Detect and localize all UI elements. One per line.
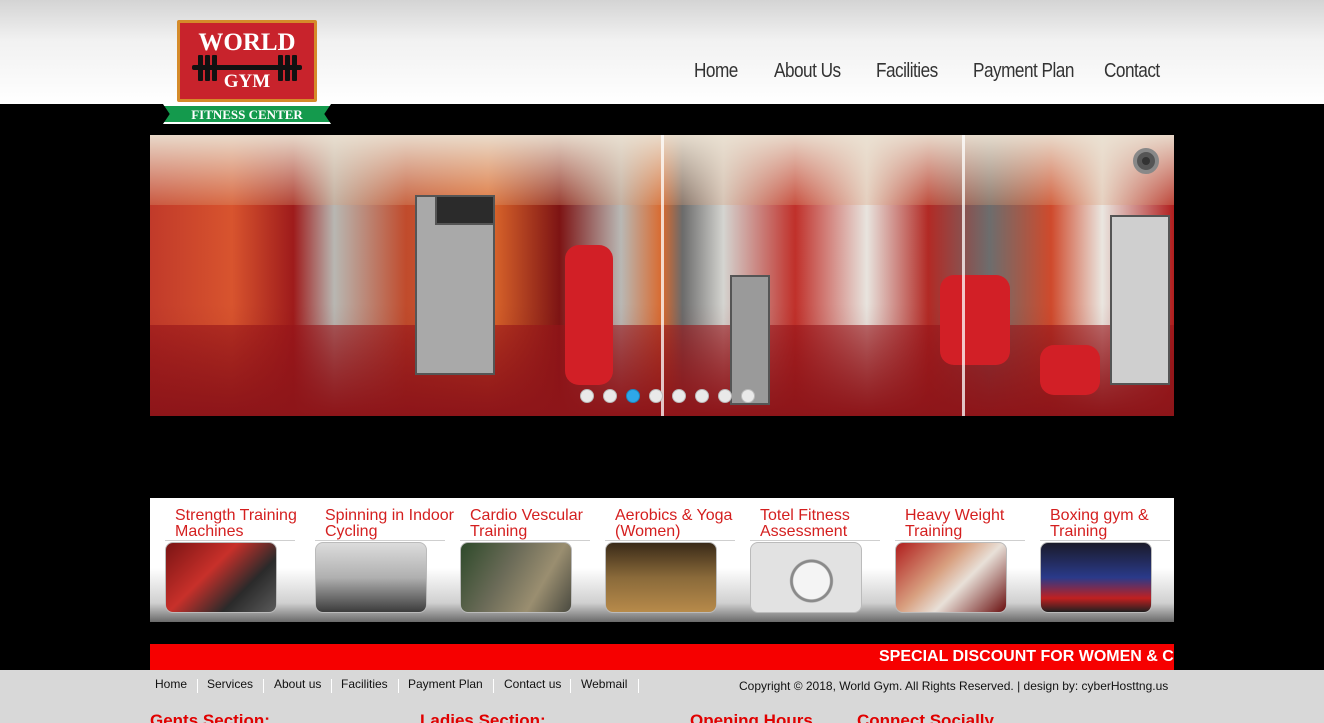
footer-heading-ladies: Ladies Section: <box>420 711 546 723</box>
slider-dot[interactable] <box>580 389 594 403</box>
slider-dot[interactable] <box>649 389 663 403</box>
footer-link-contact-us[interactable]: Contact us <box>504 677 561 691</box>
slider-dot[interactable] <box>672 389 686 403</box>
service-title: Heavy Weight Training <box>905 507 1005 540</box>
slide-transition-strip <box>661 135 664 416</box>
service-title: Totel Fitness Assessment <box>760 507 850 540</box>
service-divider <box>1040 540 1170 541</box>
ticker-text: SPECIAL DISCOUNT FOR WOMEN & C <box>879 648 1174 665</box>
indoor-cycling-photo <box>315 542 427 613</box>
footer-separator <box>638 679 639 693</box>
service-card[interactable]: Strength Training Machines <box>165 498 305 622</box>
service-title: Spinning in Indoor Cycling <box>325 507 454 540</box>
site-footer: Home Services About us Facilities Paymen… <box>0 670 1324 723</box>
slide-transition-strip <box>962 135 965 416</box>
slider-dot[interactable] <box>741 389 755 403</box>
aerobics-photo <box>605 542 717 613</box>
footer-link-about-us[interactable]: About us <box>274 677 321 691</box>
gym-machine <box>1110 215 1170 385</box>
service-divider <box>315 540 445 541</box>
announcement-ticker: SPECIAL DISCOUNT FOR WOMEN & C <box>150 644 1174 670</box>
footer-link-payment-plan[interactable]: Payment Plan <box>408 677 483 691</box>
gym-seat <box>1040 345 1100 395</box>
gym-seat <box>940 275 1010 365</box>
footer-link-webmail[interactable]: Webmail <box>581 677 627 691</box>
nav-payment-plan[interactable]: Payment Plan <box>973 60 1074 83</box>
gym-seat <box>565 245 613 385</box>
boxing-photo <box>1040 542 1152 613</box>
service-title: Boxing gym & Training <box>1050 507 1149 540</box>
nav-about-us[interactable]: About Us <box>774 60 841 83</box>
footer-link-home[interactable]: Home <box>155 677 187 691</box>
footer-heading-gents: Gents Section: <box>150 711 270 723</box>
service-divider <box>750 540 880 541</box>
footer-separator <box>197 679 198 693</box>
image-slider[interactable] <box>150 135 1174 416</box>
weight-training-photo <box>895 542 1007 613</box>
service-card[interactable]: Totel Fitness Assessment <box>750 498 890 622</box>
nav-contact[interactable]: Contact <box>1104 60 1160 83</box>
footer-separator <box>493 679 494 693</box>
service-card[interactable]: Aerobics & Yoga (Women) <box>605 498 745 622</box>
logo-text-gym: GYM <box>223 71 271 92</box>
service-card[interactable]: Heavy Weight Training <box>895 498 1035 622</box>
slider-dot-active[interactable] <box>626 389 640 403</box>
footer-link-services[interactable]: Services <box>207 677 253 691</box>
copyright-text: Copyright © 2018, World Gym. All Rights … <box>739 679 1169 693</box>
footer-link-facilities[interactable]: Facilities <box>341 677 388 691</box>
footer-separator <box>398 679 399 693</box>
gym-machine <box>730 275 770 405</box>
pause-icon[interactable] <box>1133 148 1159 174</box>
footer-separator <box>331 679 332 693</box>
footer-heading-hours: Opening Hours <box>690 711 813 723</box>
service-title: Aerobics & Yoga (Women) <box>615 507 733 540</box>
logo-text-world: WORLD <box>198 29 296 56</box>
service-card[interactable]: Spinning in Indoor Cycling <box>315 498 455 622</box>
service-divider <box>895 540 1025 541</box>
service-title: Cardio Vescular Training <box>470 507 583 540</box>
logo-ribbon: FITNESS CENTER <box>163 104 331 124</box>
slider-dot[interactable] <box>603 389 617 403</box>
scale-photo <box>750 542 862 613</box>
service-divider <box>460 540 590 541</box>
footer-separator <box>263 679 264 693</box>
logo-emblem: WORLD GYM <box>177 20 317 102</box>
site-logo[interactable]: WORLD GYM FITNESS CENTER <box>163 18 331 128</box>
strength-training-photo <box>165 542 277 613</box>
service-title: Strength Training Machines <box>175 507 297 540</box>
service-card[interactable]: Cardio Vescular Training <box>460 498 600 622</box>
service-divider <box>605 540 735 541</box>
services-strip: Strength Training Machines Spinning in I… <box>150 498 1174 622</box>
footer-heading-social: Connect Socially <box>857 711 994 723</box>
service-card[interactable]: Boxing gym & Training <box>1040 498 1174 622</box>
treadmill-photo <box>460 542 572 613</box>
nav-home[interactable]: Home <box>694 60 738 83</box>
slider-dot[interactable] <box>718 389 732 403</box>
nav-facilities[interactable]: Facilities <box>876 60 938 83</box>
gym-machine-display <box>435 195 495 225</box>
slider-dot[interactable] <box>695 389 709 403</box>
footer-separator <box>570 679 571 693</box>
service-divider <box>165 540 295 541</box>
